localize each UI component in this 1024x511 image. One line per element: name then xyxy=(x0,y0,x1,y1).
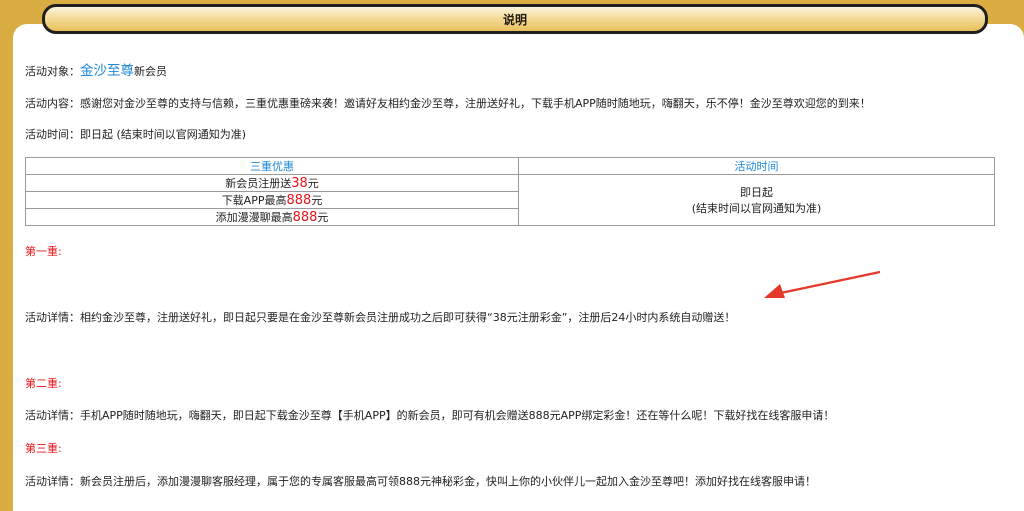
time-text: 即日起 (结束时间以官网通知为准) xyxy=(80,128,247,141)
time-cell: 即日起 (结束时间以官网通知为准) xyxy=(518,174,995,226)
promo-table: 三重优惠 活动时间 新会员注册送38元 即日起 (结束时间以官网通知为准) 下载… xyxy=(25,157,995,226)
section1-title: 第一重: xyxy=(25,245,62,258)
row-prefix: 新会员注册送 xyxy=(225,177,292,190)
target-label: 活动对象： xyxy=(25,65,80,78)
section-header: 说明 xyxy=(42,4,988,34)
section2-detail: 活动详情：手机APP随时随地玩，嗨翻天，即日起下载金沙至尊【手机APP】的新会员… xyxy=(25,409,835,422)
row-amount: 888 xyxy=(286,193,312,208)
row-unit: 元 xyxy=(307,177,319,190)
header-title: 说明 xyxy=(502,12,527,27)
content-line: 活动内容：感谢您对金沙至尊的支持与信赖，三重优惠重磅来袭！邀请好友相约金沙至尊，… xyxy=(25,95,871,111)
row-prefix: 添加漫漫聊最高 xyxy=(215,211,293,224)
section2-title: 第二重: xyxy=(25,377,62,390)
row-amount: 888 xyxy=(292,210,318,225)
content-label: 活动内容： xyxy=(25,97,80,110)
col-header-time: 活动时间 xyxy=(518,157,995,175)
row-unit: 元 xyxy=(317,211,329,224)
row-amount: 38 xyxy=(291,176,308,191)
section1-detail: 活动详情：相约金沙至尊，注册送好礼，即日起只要是在金沙至尊新会员注册成功之后即可… xyxy=(25,311,736,324)
section3-title: 第三重: xyxy=(25,442,62,455)
table-row: 添加漫漫聊最高888元 xyxy=(25,208,519,226)
content-text: 感谢您对金沙至尊的支持与信赖，三重优惠重磅来袭！邀请好友相约金沙至尊，注册送好礼… xyxy=(80,97,871,110)
target-suffix: 新会员 xyxy=(134,65,167,78)
row-prefix: 下载APP最高 xyxy=(221,194,287,207)
row-unit: 元 xyxy=(311,194,323,207)
col-header-offers: 三重优惠 xyxy=(25,157,519,175)
section3-detail: 活动详情：新会员注册后，添加漫漫聊客服经理，属于您的专属客服最高可领888元神秘… xyxy=(25,475,816,488)
time-cell-line1: 即日起 xyxy=(740,186,773,199)
pointer-arrow-icon xyxy=(764,270,881,298)
time-line: 活动时间：即日起 (结束时间以官网通知为准) xyxy=(25,126,246,142)
table-row: 新会员注册送38元 xyxy=(25,174,519,192)
time-label: 活动时间： xyxy=(25,128,80,141)
target-line: 活动对象：金沙至尊新会员 xyxy=(25,59,167,79)
table-row: 下载APP最高888元 xyxy=(25,191,519,209)
brand-link[interactable]: 金沙至尊 xyxy=(80,63,134,79)
time-cell-line2: (结束时间以官网通知为准) xyxy=(691,202,822,215)
